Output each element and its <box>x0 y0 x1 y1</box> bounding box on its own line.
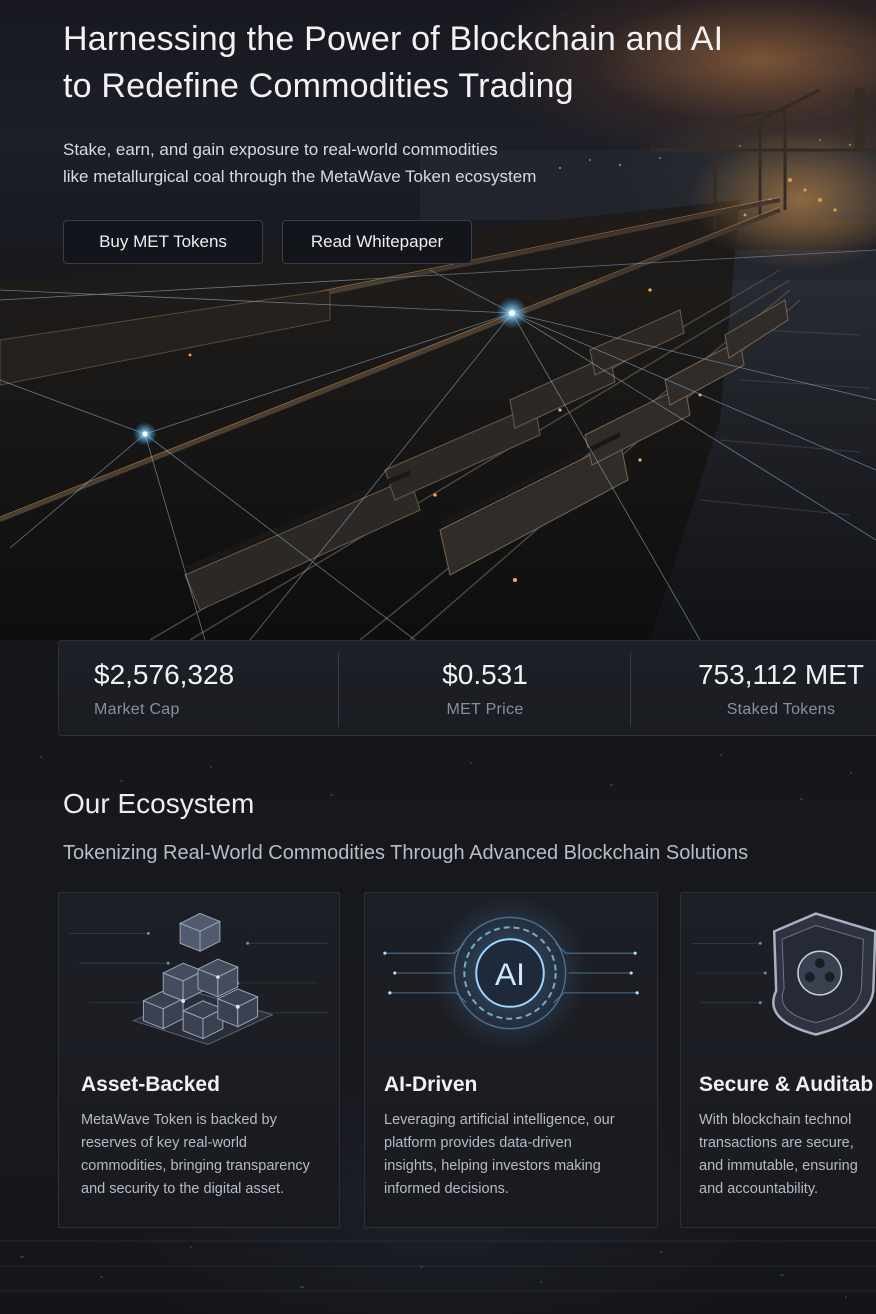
ai-chip-icon: AI <box>383 895 639 1051</box>
card-body: With blockchain technol transactions are… <box>699 1109 876 1201</box>
card-body-line: Leveraging artificial intelligence, our <box>384 1112 615 1128</box>
card-body-line: platform provides data-driven <box>384 1135 572 1151</box>
stat-label: Market Cap <box>94 701 180 718</box>
card-body-line: reserves of key real-world <box>81 1135 247 1151</box>
hero-title: Harnessing the Power of Blockchain and A… <box>63 16 803 110</box>
stats-bar: $2,576,328 Market Cap $0.531 MET Price 7… <box>58 640 876 736</box>
card-body-line: MetaWave Token is backed by <box>81 1112 277 1128</box>
read-whitepaper-button[interactable]: Read Whitepaper <box>282 220 472 264</box>
stat-label: Staked Tokens <box>726 701 836 718</box>
card-body: MetaWave Token is backed by reserves of … <box>81 1109 331 1201</box>
card-ai-driven[interactable]: AI AI-Driven Leveraging artificial intel… <box>364 892 658 1228</box>
shield-icon <box>690 912 876 1036</box>
hero-subtitle-line-1: Stake, earn, and gain exposure to real-w… <box>63 140 498 159</box>
ecosystem-subtitle: Tokenizing Real-World Commodities Throug… <box>63 842 749 864</box>
card-asset-backed[interactable]: Asset-Backed MetaWave Token is backed by… <box>58 892 340 1228</box>
hero-section: Harnessing the Power of Blockchain and A… <box>0 0 876 640</box>
card-secure-auditable[interactable]: Secure & Auditab With blockchain technol… <box>680 892 876 1228</box>
card-title: Secure & Auditab <box>699 1073 874 1096</box>
card-body-line: and accountability. <box>699 1181 819 1197</box>
buy-met-tokens-button[interactable]: Buy MET Tokens <box>63 220 263 264</box>
hero-title-line-1: Harnessing the Power of Blockchain and A… <box>63 20 724 58</box>
stat-market-cap: $2,576,328 Market Cap <box>59 641 339 737</box>
stat-met-price: $0.531 MET Price <box>339 641 631 737</box>
stat-label: MET Price <box>446 701 524 718</box>
card-body-line: transactions are secure, <box>699 1135 854 1151</box>
card-body-line: informed decisions. <box>384 1181 509 1197</box>
stat-value: $0.531 <box>442 659 528 690</box>
ai-chip-label: AI <box>495 956 525 992</box>
hero-subtitle: Stake, earn, and gain exposure to real-w… <box>63 136 623 190</box>
card-body: Leveraging artificial intelligence, our … <box>384 1109 634 1201</box>
hero-title-line-2: to Redefine Commodities Trading <box>63 67 574 105</box>
card-body-line: commodities, bringing transparency <box>81 1158 310 1174</box>
card-body-line: With blockchain technol <box>699 1112 852 1128</box>
cubes-icon <box>68 912 328 1046</box>
card-body-line: and security to the digital asset. <box>81 1181 285 1197</box>
card-body-line: and immutable, ensuring <box>699 1158 858 1174</box>
ecosystem-title: Our Ecosystem <box>63 788 255 819</box>
stat-staked-tokens: 753,112 MET Staked Tokens <box>631 641 876 737</box>
card-title: Asset-Backed <box>81 1073 220 1096</box>
stat-value: 753,112 MET <box>697 659 865 690</box>
hero-subtitle-line-2: like metallurgical coal through the Meta… <box>63 167 537 186</box>
stat-value: $2,576,328 <box>94 659 235 690</box>
card-body-line: insights, helping investors making <box>384 1158 601 1174</box>
card-title: AI-Driven <box>384 1073 478 1096</box>
